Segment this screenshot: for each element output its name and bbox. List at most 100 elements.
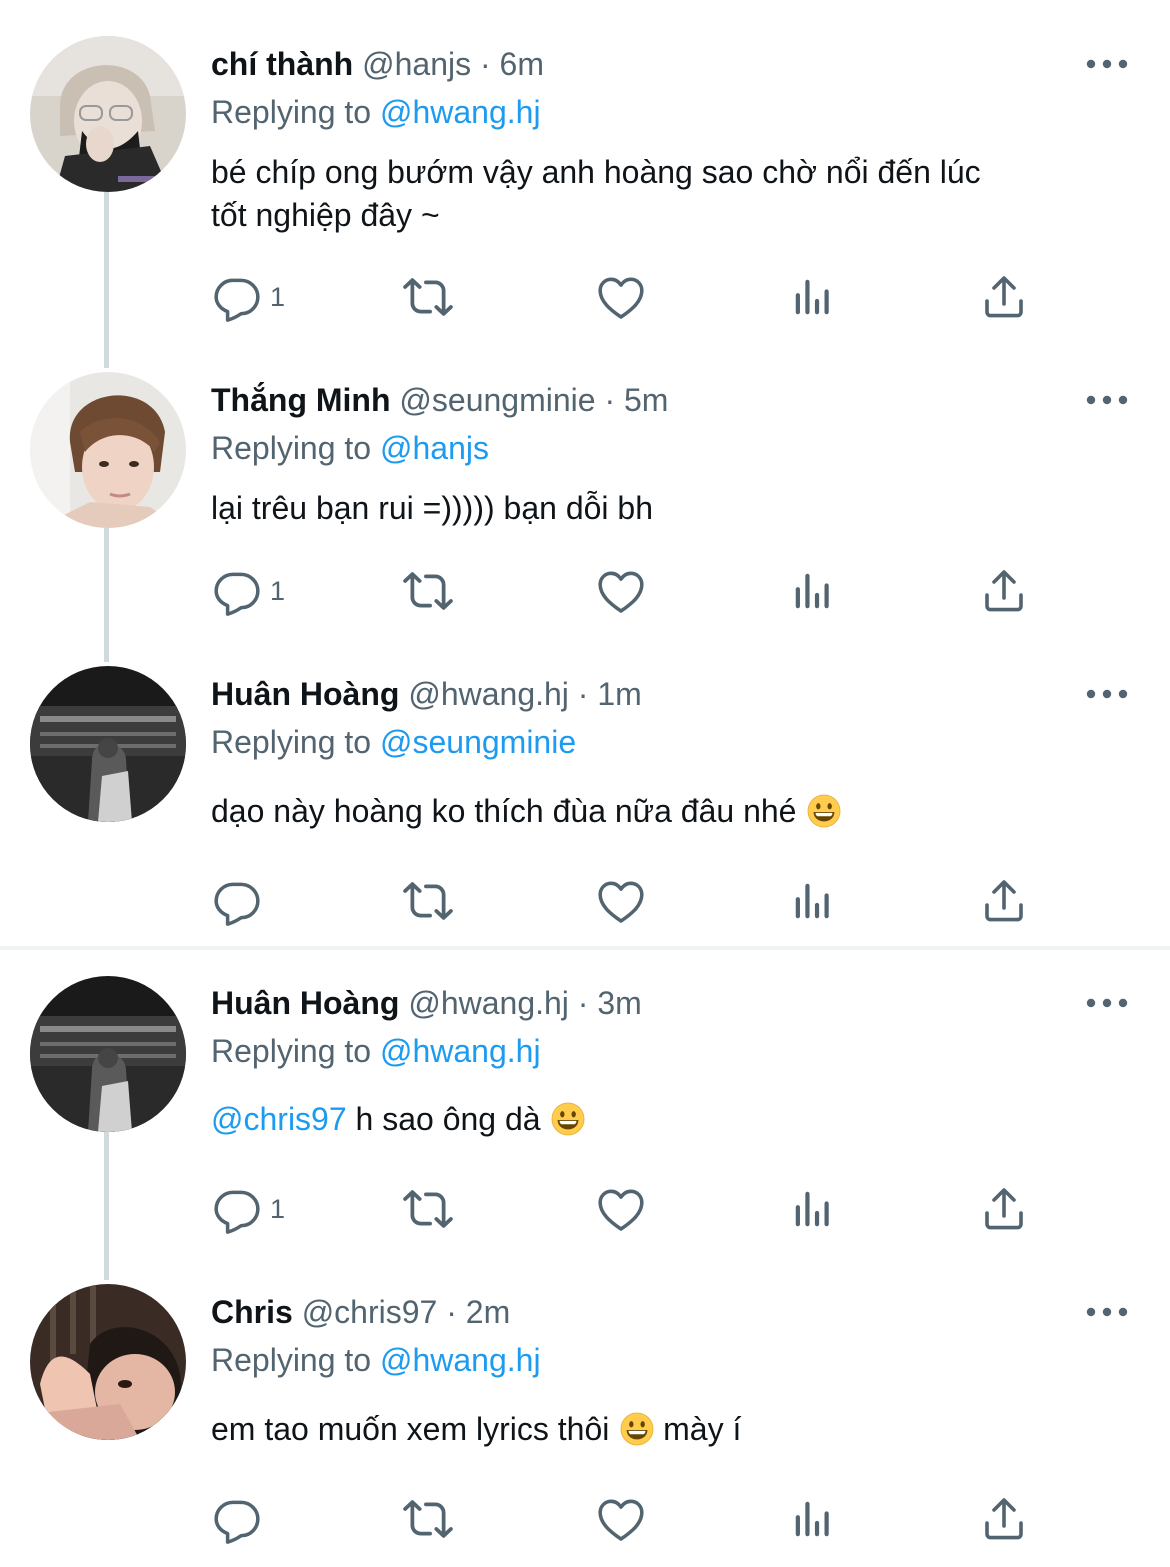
separator-dot: · — [446, 1294, 457, 1330]
separator-dot: · — [479, 46, 491, 82]
reply-icon — [212, 1494, 262, 1544]
share-icon — [980, 566, 1028, 616]
retweet-button[interactable] — [401, 566, 455, 616]
replying-to-link[interactable]: @hwang.hj — [380, 1342, 541, 1378]
retweet-button[interactable] — [401, 876, 455, 926]
share-button[interactable] — [980, 1184, 1028, 1234]
analytics-button[interactable] — [790, 272, 836, 322]
tweet-text: em tao muốn xem lyrics thôi mày í — [211, 1408, 1111, 1451]
more-icon[interactable] — [1085, 54, 1129, 74]
retweet-icon — [401, 566, 455, 616]
more-icon[interactable] — [1085, 390, 1129, 410]
reply-count: 1 — [270, 1193, 286, 1224]
author-name[interactable]: Huân Hoàng — [211, 985, 399, 1021]
tweet[interactable]: Thắng Minh @seungminie · 5m Replying to … — [0, 340, 1170, 646]
tweet[interactable]: Chris @chris97 · 2m Replying to @hwang.h… — [0, 1260, 1170, 1567]
like-icon — [596, 876, 646, 926]
avatar[interactable] — [30, 372, 186, 528]
tweet[interactable]: Huân Hoàng @hwang.hj · 3m Replying to @h… — [0, 950, 1170, 1260]
retweet-button[interactable] — [401, 272, 455, 322]
avatar[interactable] — [30, 976, 186, 1132]
replying-to: Replying to @hwang.hj — [211, 92, 541, 132]
author-handle[interactable]: @chris97 — [302, 1294, 438, 1330]
action-bar: 1 — [0, 272, 1170, 322]
like-button[interactable] — [596, 566, 646, 616]
tweet-text-line: bé chíp ong bướm vậy anh hoàng sao chờ n… — [211, 154, 981, 190]
reply-button[interactable]: 1 — [212, 1184, 285, 1234]
reply-button[interactable]: 1 — [212, 272, 285, 322]
more-icon[interactable] — [1085, 1302, 1129, 1322]
avatar[interactable] — [30, 36, 186, 192]
like-button[interactable] — [596, 1184, 646, 1234]
author-handle[interactable]: @hwang.hj — [408, 985, 569, 1021]
analytics-button[interactable] — [790, 566, 836, 616]
replying-to-link[interactable]: @hwang.hj — [380, 94, 541, 130]
share-button[interactable] — [980, 566, 1028, 616]
replying-to-link[interactable]: @seungminie — [380, 724, 576, 760]
analytics-icon — [790, 1494, 836, 1544]
replying-to: Replying to @hwang.hj — [211, 1340, 541, 1380]
separator-dot: · — [577, 985, 589, 1021]
reply-icon — [212, 272, 262, 322]
share-icon — [980, 1494, 1028, 1544]
like-icon — [596, 272, 646, 322]
analytics-button[interactable] — [790, 876, 836, 926]
tweet-text-line: tốt nghiệp đây ~ — [211, 197, 440, 233]
reply-button[interactable] — [212, 876, 270, 926]
tweet-header: chí thành @hanjs · 6m — [211, 44, 544, 84]
reply-button[interactable] — [212, 1494, 270, 1544]
action-bar — [0, 876, 1170, 926]
analytics-button[interactable] — [790, 1494, 836, 1544]
share-button[interactable] — [980, 876, 1028, 926]
like-icon — [596, 1494, 646, 1544]
replying-to-link[interactable]: @hanjs — [380, 430, 489, 466]
reply-icon — [212, 876, 262, 926]
analytics-button[interactable] — [790, 1184, 836, 1234]
timestamp[interactable]: 3m — [597, 985, 641, 1021]
like-button[interactable] — [596, 272, 646, 322]
tweet[interactable]: Huân Hoàng @hwang.hj · 1m Replying to @s… — [0, 646, 1170, 946]
tweet-header: Thắng Minh @seungminie · 5m — [211, 380, 668, 420]
author-name[interactable]: Chris — [211, 1294, 293, 1330]
replying-to-link[interactable]: @hwang.hj — [380, 1033, 541, 1069]
like-button[interactable] — [596, 876, 646, 926]
tweet[interactable]: chí thành @hanjs · 6m Replying to @hwang… — [0, 0, 1170, 340]
replying-to: Replying to @seungminie — [211, 722, 576, 762]
reply-icon — [212, 1184, 262, 1234]
retweet-button[interactable] — [401, 1184, 455, 1234]
author-name[interactable]: Thắng Minh — [211, 382, 391, 418]
share-button[interactable] — [980, 1494, 1028, 1544]
timestamp[interactable]: 6m — [500, 46, 544, 82]
tweet-text-line: mày í — [654, 1411, 742, 1447]
tweet-text-line: dạo này hoàng ko thích đùa nữa đâu nhé — [211, 793, 797, 829]
tweet-text: @chris97 h sao ông dà — [211, 1098, 1111, 1141]
mention-link[interactable]: @chris97 — [211, 1101, 347, 1137]
share-icon — [980, 1184, 1028, 1234]
retweet-button[interactable] — [401, 1494, 455, 1544]
grinning-emoji — [551, 1102, 585, 1136]
author-name[interactable]: Huân Hoàng — [211, 676, 399, 712]
timestamp[interactable]: 1m — [597, 676, 641, 712]
share-button[interactable] — [980, 272, 1028, 322]
author-handle[interactable]: @hanjs — [362, 46, 471, 82]
timestamp[interactable]: 5m — [624, 382, 668, 418]
replying-to: Replying to @hanjs — [211, 428, 489, 468]
more-icon[interactable] — [1085, 993, 1129, 1013]
avatar[interactable] — [30, 1284, 186, 1440]
author-name[interactable]: chí thành — [211, 46, 353, 82]
retweet-icon — [401, 1494, 455, 1544]
analytics-icon — [790, 272, 836, 322]
timestamp[interactable]: 2m — [466, 1294, 510, 1330]
author-handle[interactable]: @seungminie — [399, 382, 595, 418]
analytics-icon — [790, 876, 836, 926]
share-icon — [980, 876, 1028, 926]
avatar[interactable] — [30, 666, 186, 822]
tweet-text: bé chíp ong bướm vậy anh hoàng sao chờ n… — [211, 151, 1111, 237]
action-bar — [0, 1494, 1170, 1544]
analytics-icon — [790, 1184, 836, 1234]
like-button[interactable] — [596, 1494, 646, 1544]
author-handle[interactable]: @hwang.hj — [408, 676, 569, 712]
replying-prefix: Replying to — [211, 1033, 372, 1069]
reply-button[interactable]: 1 — [212, 566, 285, 616]
more-icon[interactable] — [1085, 684, 1129, 704]
